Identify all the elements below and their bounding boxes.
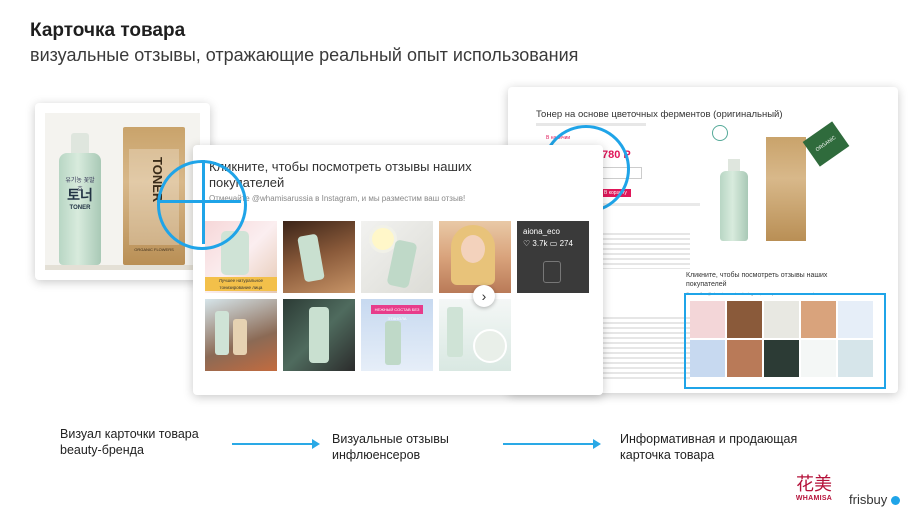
review-photo[interactable]: НЕЖНЫЙ СОСТАВ БЕЗ ЭТАНОЛА (361, 299, 433, 371)
likes-count: 3.7k (532, 239, 548, 248)
page-title: Карточка товара (30, 20, 186, 41)
mini-review-photo[interactable] (801, 340, 836, 377)
review-caption: Лучшее натуральное тонизирование лица (205, 277, 277, 291)
heart-icon: ♡ (523, 239, 531, 248)
frisbuy-logo: frisbuy (849, 492, 900, 507)
mini-review-photo[interactable] (764, 340, 799, 377)
widget-subheading: Отмечайте @whamisarussia в Instagram, и … (209, 194, 466, 203)
review-poster-text: НЕЖНЫЙ СОСТАВ БЕЗ ЭТАНОЛА (371, 305, 423, 321)
arrow-right-icon (232, 439, 320, 449)
mini-review-photo[interactable] (690, 301, 725, 338)
mini-review-photo[interactable] (801, 301, 836, 338)
product-page-image (706, 119, 816, 249)
comments-count: 274 (559, 239, 573, 248)
mini-review-photo[interactable] (727, 340, 762, 377)
step-3-label: Информативная и продающая карточка товар… (620, 432, 798, 462)
mini-review-photo[interactable] (727, 301, 762, 338)
mini-review-grid (690, 301, 876, 379)
product-page-widget-heading: Кликните, чтобы посмотреть отзывы наших … (686, 272, 828, 288)
mini-review-photo[interactable] (838, 340, 873, 377)
mini-review-photo[interactable] (838, 301, 873, 338)
review-photo[interactable] (439, 221, 511, 293)
review-photo[interactable] (361, 221, 433, 293)
review-grid: Лучшее натуральное тонизирование лица ai… (205, 221, 589, 373)
page-subtitle: визуальные отзывы, отражающие реальный о… (30, 45, 579, 65)
review-photo[interactable] (205, 299, 277, 371)
bottle-outline-icon (543, 261, 561, 283)
toner-bottle: 유기농 꽃발효 토너 TONER (59, 153, 101, 265)
widget-heading: Кликните, чтобы посмотреть отзывы наших … (209, 159, 472, 190)
ugc-widget-card: Кликните, чтобы посмотреть отзывы наших … (193, 145, 603, 395)
mini-review-photo[interactable] (764, 301, 799, 338)
step-1-label: Визуал карточки товара beauty-бренда (60, 427, 199, 457)
frisbuy-dot-icon (890, 496, 900, 506)
chevron-right-icon: › (481, 288, 487, 304)
review-photo[interactable] (283, 221, 355, 293)
review-photo[interactable] (439, 299, 511, 371)
step-2-label: Визуальные отзывы инфлюенсеров (332, 432, 449, 462)
profile-tile[interactable]: aiona_eco ♡ 3.7k ▭ 274 (517, 221, 589, 293)
arrow-right-icon (503, 439, 601, 449)
profile-handle: aiona_eco (523, 227, 560, 236)
whamisa-logo: 花美 WHAMISA (795, 474, 833, 503)
review-photo[interactable] (283, 299, 355, 371)
comment-icon: ▭ (549, 239, 558, 248)
next-arrow-button[interactable]: › (473, 285, 495, 307)
mini-review-photo[interactable] (690, 340, 725, 377)
